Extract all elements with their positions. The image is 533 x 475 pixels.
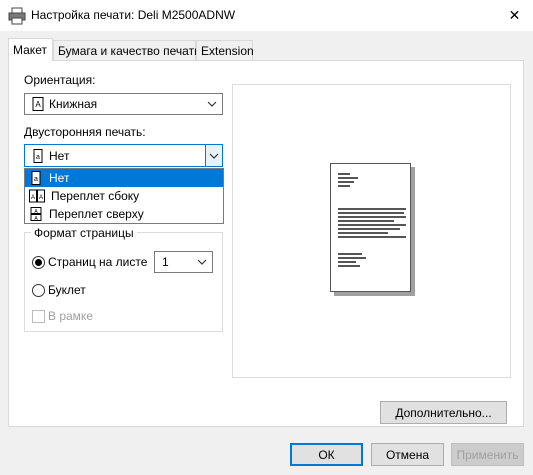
- single-page-icon: a: [31, 171, 41, 185]
- duplex-value: Нет: [49, 148, 70, 163]
- pages-per-sheet-select[interactable]: 1: [154, 251, 213, 273]
- border-label: В рамке: [48, 309, 93, 323]
- close-button[interactable]: ✕: [496, 0, 533, 31]
- tab-extension[interactable]: Extension: [196, 40, 254, 60]
- chevron-down-icon: [209, 153, 219, 159]
- apply-button-label: Применить: [456, 447, 519, 462]
- ok-button[interactable]: ОК: [290, 443, 363, 466]
- orientation-label: Ориентация:: [24, 73, 96, 87]
- tab-layout-label: Макет: [13, 43, 47, 57]
- orientation-value: Книжная: [49, 97, 98, 111]
- svg-text:A: A: [31, 195, 35, 201]
- dropdown-option-side-binding[interactable]: A A Переплет сбоку: [25, 187, 223, 205]
- chevron-down-icon: [197, 259, 207, 265]
- svg-text:a: a: [36, 154, 40, 161]
- dropdown-option-label: Нет: [49, 171, 70, 185]
- dropdown-button[interactable]: [205, 145, 222, 166]
- duplex-label: Двусторонняя печать:: [24, 125, 146, 139]
- apply-button[interactable]: Применить: [451, 443, 524, 466]
- advanced-button-label: Дополнительно...: [395, 405, 492, 420]
- cancel-button-label: Отмена: [385, 447, 430, 462]
- ok-button-label: ОК: [318, 447, 335, 462]
- border-checkbox[interactable]: [32, 310, 45, 323]
- booklet-label: Буклет: [48, 283, 86, 297]
- side-binding-icon: A A: [29, 189, 45, 203]
- pages-per-sheet-radio[interactable]: [32, 256, 45, 269]
- page-preview: [330, 163, 411, 292]
- top-binding-icon: A A: [30, 207, 42, 221]
- duplex-dropdown-list: a Нет A A Переплет сбоку A A Переплет св…: [24, 168, 224, 224]
- dropdown-option-top-binding[interactable]: A A Переплет сверху: [25, 205, 223, 223]
- svg-text:A: A: [35, 100, 41, 109]
- booklet-radio[interactable]: [32, 284, 45, 297]
- portrait-page-icon: A: [32, 97, 44, 111]
- dropdown-option-label: Переплет сверху: [49, 207, 144, 221]
- tab-extension-label: Extension: [201, 44, 254, 58]
- single-page-icon: a: [33, 148, 43, 163]
- page-format-title: Формат страницы: [31, 226, 137, 240]
- advanced-button[interactable]: Дополнительно...: [380, 401, 507, 424]
- pages-per-sheet-value: 1: [162, 255, 169, 269]
- close-icon: ✕: [508, 7, 521, 23]
- dropdown-option-none[interactable]: a Нет: [25, 169, 223, 187]
- tab-paper-quality-label: Бумага и качество печати: [58, 44, 201, 58]
- dropdown-option-label: Переплет сбоку: [51, 189, 140, 203]
- orientation-select[interactable]: A Книжная: [24, 93, 223, 115]
- chevron-down-icon: [207, 101, 217, 107]
- pages-per-sheet-label: Страниц на листе: [48, 255, 148, 269]
- svg-text:A: A: [39, 195, 43, 201]
- svg-text:a: a: [34, 176, 38, 183]
- cancel-button[interactable]: Отмена: [371, 443, 444, 466]
- tab-paper-quality[interactable]: Бумага и качество печати: [53, 40, 201, 60]
- duplex-select[interactable]: a Нет: [24, 144, 223, 167]
- window-title: Настройка печати: Deli M2500ADNW: [31, 8, 236, 22]
- tab-layout[interactable]: Макет: [8, 38, 53, 61]
- printer-icon: [8, 7, 26, 25]
